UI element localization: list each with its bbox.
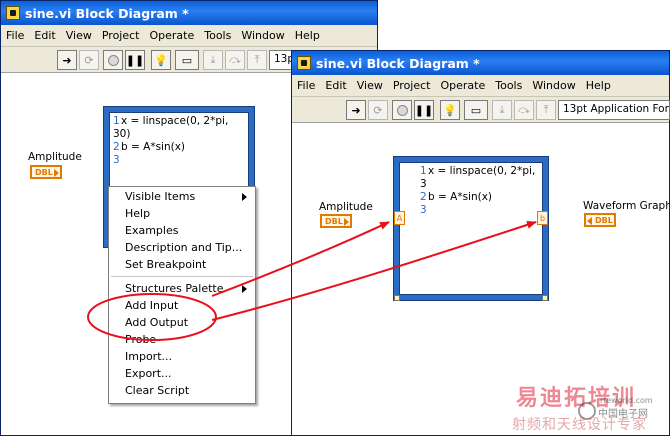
menu-file[interactable]: File bbox=[292, 79, 320, 92]
menu-item-label: Probe bbox=[125, 333, 157, 346]
script-line-2: b = A*sin(x) bbox=[428, 191, 493, 203]
menu-item-label: Add Input bbox=[125, 299, 179, 312]
output-terminal-b[interactable]: b bbox=[537, 211, 548, 225]
run-continuously-icon[interactable]: ⟳ bbox=[79, 50, 99, 70]
submenu-arrow-icon bbox=[242, 193, 247, 201]
vi-icon bbox=[297, 56, 311, 70]
font-select[interactable]: 13pt Application Font bbox=[558, 100, 670, 120]
menu-project[interactable]: Project bbox=[388, 79, 436, 92]
menu-item-help[interactable]: Help bbox=[109, 205, 255, 222]
back-window-title: sine.vi Block Diagram * bbox=[25, 5, 189, 21]
line-number: 3 bbox=[113, 154, 120, 166]
dbl-text: DBL bbox=[595, 215, 613, 225]
menu-item-export[interactable]: Export... bbox=[109, 365, 255, 382]
back-menubar: File Edit View Project Operate Tools Win… bbox=[1, 25, 377, 47]
amplitude-label: Amplitude bbox=[319, 201, 373, 213]
dbl-text: DBL bbox=[35, 167, 53, 177]
retain-wire-values-icon[interactable]: ▭ bbox=[175, 50, 199, 70]
pause-icon[interactable]: ❚❚ bbox=[414, 100, 434, 120]
line-number: 1 bbox=[113, 115, 120, 127]
script-line-1: x = linspace(0, 2*pi, 3 bbox=[420, 165, 536, 190]
step-over-icon[interactable]: ⤼ bbox=[225, 50, 245, 70]
highlight-execution-icon[interactable]: 💡 bbox=[151, 50, 171, 70]
menu-view[interactable]: View bbox=[61, 29, 97, 42]
front-menubar: File Edit View Project Operate Tools Win… bbox=[292, 75, 669, 97]
menu-item-structures-palette[interactable]: Structures Palette bbox=[109, 280, 255, 297]
node-corner-marker bbox=[542, 295, 548, 301]
menu-item-label: Visible Items bbox=[125, 190, 196, 203]
menu-tools[interactable]: Tools bbox=[490, 79, 527, 92]
abort-icon[interactable] bbox=[392, 100, 412, 120]
menu-item-probe[interactable]: Probe bbox=[109, 331, 255, 348]
menu-item-label: Structures Palette bbox=[125, 282, 224, 295]
menu-item-description[interactable]: Description and Tip... bbox=[109, 239, 255, 256]
amplitude-control-terminal[interactable]: DBL bbox=[30, 165, 62, 179]
waveform-graph-terminal[interactable]: DBL bbox=[584, 213, 616, 227]
menu-item-add-input[interactable]: Add Input bbox=[109, 297, 255, 314]
menu-help[interactable]: Help bbox=[581, 79, 616, 92]
menu-item-label: Set Breakpoint bbox=[125, 258, 207, 271]
run-arrow-icon[interactable]: ➜ bbox=[57, 50, 77, 70]
menu-window[interactable]: Window bbox=[527, 79, 580, 92]
menu-view[interactable]: View bbox=[352, 79, 388, 92]
retain-wire-values-icon[interactable]: ▭ bbox=[464, 100, 488, 120]
context-menu: Visible Items Help Examples Description … bbox=[108, 186, 256, 404]
menu-item-visible-items[interactable]: Visible Items bbox=[109, 188, 255, 205]
step-into-icon[interactable]: ⤓ bbox=[203, 50, 223, 70]
watermark-subtitle: 射频和天线设计专家 bbox=[512, 417, 647, 433]
waveform-graph-label: Waveform Graph bbox=[583, 200, 670, 212]
script-line-1: x = linspace(0, 2*pi, 30) bbox=[113, 115, 229, 140]
submenu-arrow-icon bbox=[242, 285, 247, 293]
step-over-icon[interactable]: ⤼ bbox=[514, 100, 534, 120]
run-continuously-icon[interactable]: ⟳ bbox=[368, 100, 388, 120]
front-window-title: sine.vi Block Diagram * bbox=[316, 55, 480, 71]
menu-item-label: Export... bbox=[125, 367, 172, 380]
menu-edit[interactable]: Edit bbox=[320, 79, 351, 92]
menu-project[interactable]: Project bbox=[97, 29, 145, 42]
watermark-site: rfeworld.com bbox=[600, 396, 653, 405]
abort-icon[interactable] bbox=[103, 50, 123, 70]
pause-icon[interactable]: ❚❚ bbox=[125, 50, 145, 70]
script-line-2: b = A*sin(x) bbox=[121, 141, 186, 153]
mathscript-node-front[interactable]: 1x = linspace(0, 2*pi, 3 2b = A*sin(x) 3… bbox=[393, 156, 549, 301]
amplitude-control-terminal[interactable]: DBL bbox=[320, 214, 352, 228]
menu-item-label: Help bbox=[125, 207, 151, 220]
input-terminal-a[interactable]: A bbox=[394, 211, 405, 225]
menu-operate[interactable]: Operate bbox=[435, 79, 490, 92]
line-number: 2 bbox=[420, 191, 427, 203]
menu-item-label: Clear Script bbox=[125, 384, 190, 397]
menu-item-import[interactable]: Import... bbox=[109, 348, 255, 365]
amplitude-label: Amplitude bbox=[28, 151, 82, 163]
menu-help[interactable]: Help bbox=[290, 29, 325, 42]
menu-tools[interactable]: Tools bbox=[199, 29, 236, 42]
menu-item-clear-script[interactable]: Clear Script bbox=[109, 382, 255, 399]
line-number: 2 bbox=[113, 141, 120, 153]
step-out-icon[interactable]: ⤒ bbox=[536, 100, 556, 120]
menu-operate[interactable]: Operate bbox=[144, 29, 199, 42]
step-into-icon[interactable]: ⤓ bbox=[492, 100, 512, 120]
step-out-icon[interactable]: ⤒ bbox=[247, 50, 267, 70]
front-window-titlebar[interactable]: sine.vi Block Diagram * bbox=[292, 51, 669, 75]
menu-item-label: Description and Tip... bbox=[125, 241, 243, 254]
node-corner-marker bbox=[394, 295, 400, 301]
menu-edit[interactable]: Edit bbox=[29, 29, 60, 42]
line-number: 1 bbox=[420, 165, 427, 177]
menu-item-set-breakpoint[interactable]: Set Breakpoint bbox=[109, 256, 255, 273]
menu-item-label: Examples bbox=[125, 224, 179, 237]
menu-item-examples[interactable]: Examples bbox=[109, 222, 255, 239]
dbl-text: DBL bbox=[325, 216, 343, 226]
menu-separator bbox=[111, 276, 253, 277]
menu-item-add-output[interactable]: Add Output bbox=[109, 314, 255, 331]
menu-item-label: Import... bbox=[125, 350, 172, 363]
run-arrow-icon[interactable]: ➜ bbox=[346, 100, 366, 120]
mathscript-editor[interactable]: 1x = linspace(0, 2*pi, 3 2b = A*sin(x) 3 bbox=[399, 162, 543, 295]
front-toolbar: ➜ ⟳ ❚❚ 💡 ▭ ⤓ ⤼ ⤒ 13pt Application Font bbox=[292, 97, 670, 123]
highlight-execution-icon[interactable]: 💡 bbox=[440, 100, 460, 120]
line-number: 3 bbox=[420, 204, 427, 216]
vi-icon bbox=[6, 6, 20, 20]
menu-item-label: Add Output bbox=[125, 316, 189, 329]
back-window-titlebar[interactable]: sine.vi Block Diagram * bbox=[1, 1, 377, 25]
menu-file[interactable]: File bbox=[1, 29, 29, 42]
menu-window[interactable]: Window bbox=[236, 29, 289, 42]
